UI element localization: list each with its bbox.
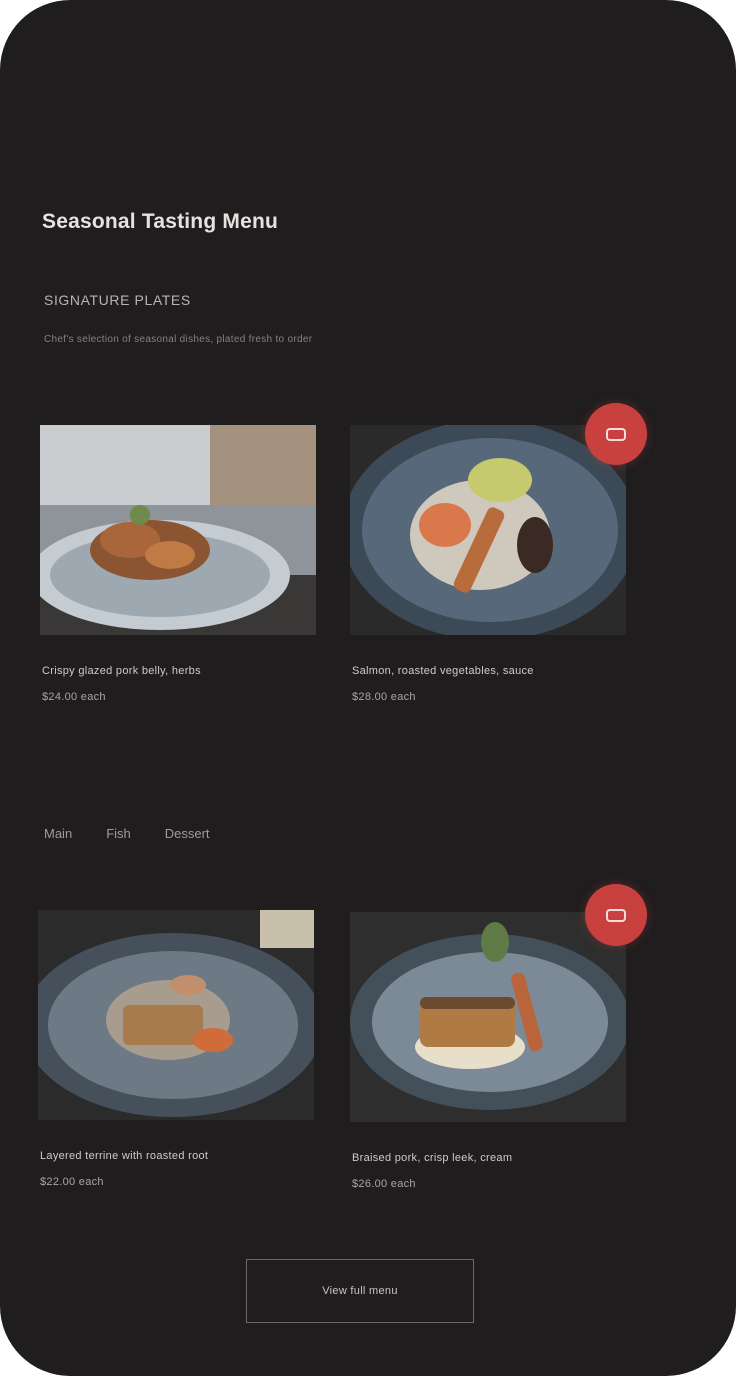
section-subtitle: Chef's selection of seasonal dishes, pla… <box>44 334 313 345</box>
dish-name: Layered terrine with roasted root <box>40 1150 209 1162</box>
dish-price: $24.00 each <box>42 691 106 703</box>
dish-photo[interactable] <box>350 425 626 635</box>
view-menu-button[interactable]: View full menu <box>246 1259 474 1323</box>
dish-photo[interactable] <box>350 912 626 1122</box>
phone-screen: Seasonal Tasting Menu SIGNATURE PLATES C… <box>0 0 736 1376</box>
bookmark-icon <box>606 427 626 441</box>
dish-price: $26.00 each <box>352 1178 416 1190</box>
favorite-button[interactable] <box>585 403 647 465</box>
dish-card[interactable]: Layered terrine with roasted root $22.00… <box>38 910 316 1188</box>
section-heading: SIGNATURE PLATES <box>44 292 191 308</box>
dish-card[interactable]: Salmon, roasted vegetables, sauce $28.00… <box>350 425 628 703</box>
dish-price: $28.00 each <box>352 691 416 703</box>
dish-name: Salmon, roasted vegetables, sauce <box>352 665 534 677</box>
favorite-button[interactable] <box>585 884 647 946</box>
tab-dessert[interactable]: Dessert <box>165 826 210 841</box>
dish-name: Braised pork, crisp leek, cream <box>352 1152 513 1164</box>
dish-name: Crispy glazed pork belly, herbs <box>42 665 201 677</box>
dish-card[interactable]: Braised pork, crisp leek, cream $26.00 e… <box>350 912 628 1190</box>
category-filter-tabs: Main Fish Dessert <box>44 826 210 841</box>
tab-main[interactable]: Main <box>44 826 72 841</box>
dish-photo[interactable] <box>40 425 316 635</box>
tab-fish[interactable]: Fish <box>106 826 131 841</box>
dish-price: $22.00 each <box>40 1176 104 1188</box>
bookmark-icon <box>606 908 626 922</box>
menu-title: Seasonal Tasting Menu <box>42 210 279 233</box>
dish-photo[interactable] <box>38 910 314 1120</box>
dish-card[interactable]: Crispy glazed pork belly, herbs $24.00 e… <box>40 425 318 703</box>
